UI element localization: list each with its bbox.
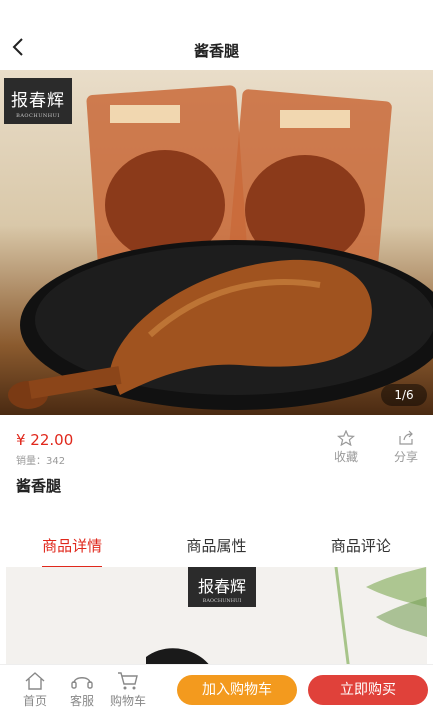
detail-brand-logo: 报春辉 BAOCHUNHUI [188, 567, 256, 607]
nav-cart[interactable]: 购物车 [108, 671, 148, 709]
top-bar: 酱香腿 [0, 0, 433, 70]
home-icon [25, 672, 45, 690]
product-image-carousel[interactable]: 报春辉 BAOCHUNHUI 1/6 [0, 70, 433, 415]
nav-cart-label: 购物车 [109, 694, 146, 708]
favorite-button[interactable]: 收藏 [326, 430, 366, 465]
tab-details[interactable]: 商品详情 [0, 536, 144, 568]
nav-service-label: 客服 [69, 694, 94, 708]
product-detail-page: 酱香腿 报春辉 BAOCHUNHUI 1/6 ¥ 22.00 销量：342 收藏… [0, 0, 433, 721]
page-title: 酱香腿 [193, 42, 239, 60]
product-price: ¥ 22.00 [16, 431, 74, 449]
cart-icon [118, 672, 138, 690]
share-button[interactable]: 分享 [386, 430, 426, 465]
nav-service[interactable]: 客服 [62, 671, 102, 709]
image-counter: 1/6 [381, 384, 427, 406]
sales-count: 销量：342 [16, 456, 66, 467]
nav-home[interactable]: 首页 [15, 671, 55, 709]
detail-tabs: 商品详情 商品属性 商品评论 [0, 536, 433, 568]
tab-attributes[interactable]: 商品属性 [144, 536, 288, 568]
star-icon [337, 430, 355, 446]
share-label: 分享 [393, 450, 418, 464]
tab-reviews[interactable]: 商品评论 [289, 536, 433, 568]
headset-icon [71, 677, 93, 689]
share-icon [399, 430, 413, 445]
brand-logo: 报春辉 BAOCHUNHUI [4, 78, 72, 124]
buy-now-button[interactable]: 立即购买 [308, 675, 428, 705]
favorite-label: 收藏 [333, 450, 358, 464]
nav-home-label: 首页 [22, 694, 47, 708]
product-name: 酱香腿 [16, 477, 62, 495]
add-to-cart-button[interactable]: 加入购物车 [177, 675, 297, 705]
bottom-action-bar: 首页 客服 购物车 加入购物车 立即购买 [0, 664, 433, 721]
